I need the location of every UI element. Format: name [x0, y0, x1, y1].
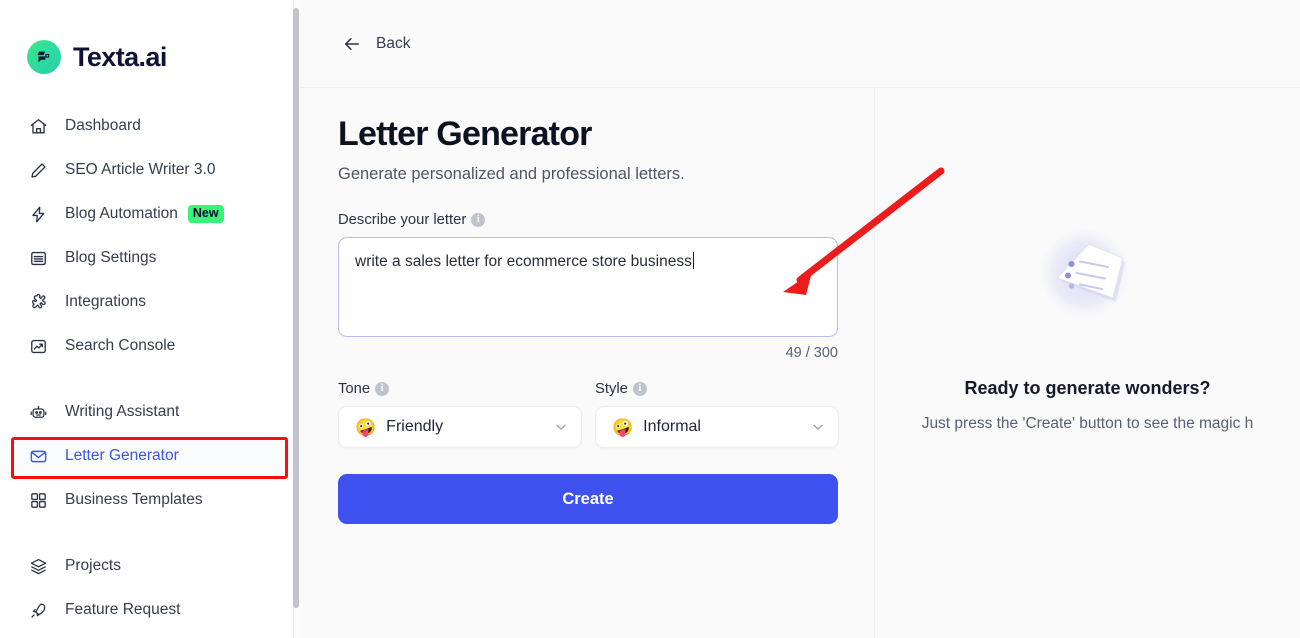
sidebar-item-label: Letter Generator: [65, 447, 179, 464]
sidebar-item-blog-settings[interactable]: Blog Settings: [0, 236, 300, 280]
tone-select[interactable]: 🤪 Friendly: [338, 406, 582, 449]
describe-letter-input[interactable]: write a sales letter for ecommerce store…: [338, 237, 838, 338]
generator-form-pane: Letter Generator Generate personalized a…: [300, 88, 875, 638]
sidebar-item-feature-request[interactable]: Feature Request: [0, 588, 300, 632]
empty-state-title: Ready to generate wonders?: [964, 378, 1211, 398]
home-icon: [28, 116, 49, 137]
layers-icon: [28, 556, 49, 577]
tone-group: Tone i 🤪 Friendly: [338, 381, 582, 449]
sidebar-item-dashboard[interactable]: Dashboard: [0, 104, 300, 148]
sidebar-item-label: Blog Settings: [65, 249, 157, 266]
sidebar-item-label: Business Templates: [65, 491, 203, 508]
sidebar-item-blog-automation[interactable]: Blog Automation New: [0, 192, 300, 236]
content-row: Letter Generator Generate personalized a…: [300, 88, 1300, 638]
sidebar-item-integrations[interactable]: Integrations: [0, 280, 300, 324]
nav-divider-gap-2: [0, 522, 300, 544]
tone-emoji-icon: 🤪: [355, 417, 377, 437]
style-group: Style i 🤪 Informal: [595, 381, 839, 449]
sidebar-item-label: Integrations: [65, 293, 146, 310]
sidebar: Texta.ai Dashboard SEO Article Writer 3.…: [0, 0, 300, 638]
sidebar-item-label: Search Console: [65, 337, 176, 354]
brand-header[interactable]: Texta.ai: [0, 0, 300, 86]
tone-selected-value: Friendly: [386, 418, 444, 436]
nav-divider-gap: [0, 368, 300, 390]
sidebar-nav: Dashboard SEO Article Writer 3.0 Blog Au…: [0, 86, 300, 632]
style-selected-value: Informal: [643, 418, 701, 436]
main-content: Back Letter Generator Generate personali…: [300, 0, 1300, 638]
character-counter: 49 / 300: [785, 345, 838, 362]
sidebar-item-letter-generator[interactable]: Letter Generator: [0, 434, 300, 478]
sidebar-item-business-templates[interactable]: Business Templates: [0, 478, 300, 522]
sidebar-item-projects[interactable]: Projects: [0, 544, 300, 588]
info-icon[interactable]: i: [471, 213, 486, 228]
style-select[interactable]: 🤪 Informal: [595, 406, 839, 449]
sidebar-item-label: Feature Request: [65, 601, 181, 618]
sidebar-item-search-console[interactable]: Search Console: [0, 324, 300, 368]
document-list-illustration: [1013, 218, 1163, 338]
style-emoji-icon: 🤪: [612, 417, 634, 437]
chevron-down-icon[interactable]: [553, 419, 569, 435]
info-icon[interactable]: i: [375, 382, 390, 397]
sidebar-item-label: Blog Automation: [65, 205, 178, 222]
info-icon[interactable]: i: [632, 382, 647, 397]
result-pane: Ready to generate wonders? Just press th…: [875, 88, 1300, 638]
chevron-down-icon[interactable]: [810, 419, 826, 435]
status-badge-new: New: [187, 204, 224, 224]
describe-letter-label-text: Describe your letter: [338, 212, 467, 229]
sidebar-scrollbar-track[interactable]: [293, 0, 300, 638]
page-subtitle: Generate personalized and professional l…: [338, 165, 685, 184]
create-button[interactable]: Create: [338, 474, 838, 525]
chart-trend-icon: [28, 336, 49, 357]
options-row: Tone i 🤪 Friendly Style i 🤪 Informal: [338, 381, 839, 449]
grid-squares-icon: [28, 490, 49, 511]
pencil-icon: [28, 160, 49, 181]
sidebar-item-label: Dashboard: [65, 117, 141, 134]
tone-label: Tone i: [338, 381, 582, 397]
back-button[interactable]: Back: [342, 34, 410, 54]
document-lines-icon: [28, 248, 49, 269]
envelope-icon: [28, 446, 49, 467]
describe-letter-label: Describe your letter i: [338, 212, 836, 228]
sidebar-item-seo-article-writer[interactable]: SEO Article Writer 3.0: [0, 148, 300, 192]
empty-state-subtitle: Just press the 'Create' button to see th…: [921, 415, 1254, 432]
describe-letter-value: write a sales letter for ecommerce store…: [355, 253, 692, 271]
arrow-left-icon: [342, 34, 362, 54]
style-label: Style i: [595, 381, 839, 397]
lightning-bolt-icon: [28, 204, 49, 225]
tone-label-text: Tone: [338, 381, 371, 398]
sidebar-item-label: SEO Article Writer 3.0: [65, 161, 216, 178]
page-title: Letter Generator: [338, 115, 592, 153]
speech-bubble-logo-icon: [27, 40, 61, 74]
rocket-icon: [28, 600, 49, 621]
brand-name: Texta.ai: [73, 41, 167, 72]
puzzle-piece-icon: [28, 292, 49, 313]
sidebar-item-label: Projects: [65, 557, 121, 574]
sidebar-scrollbar-thumb[interactable]: [293, 8, 299, 608]
style-label-text: Style: [595, 381, 628, 398]
back-button-label: Back: [376, 34, 411, 52]
text-caret: [692, 252, 694, 270]
sidebar-item-label: Writing Assistant: [65, 403, 180, 420]
robot-icon: [28, 402, 49, 423]
topbar: Back: [300, 0, 1300, 88]
app-root: Texta.ai Dashboard SEO Article Writer 3.…: [0, 0, 1300, 638]
sidebar-item-writing-assistant[interactable]: Writing Assistant: [0, 390, 300, 434]
